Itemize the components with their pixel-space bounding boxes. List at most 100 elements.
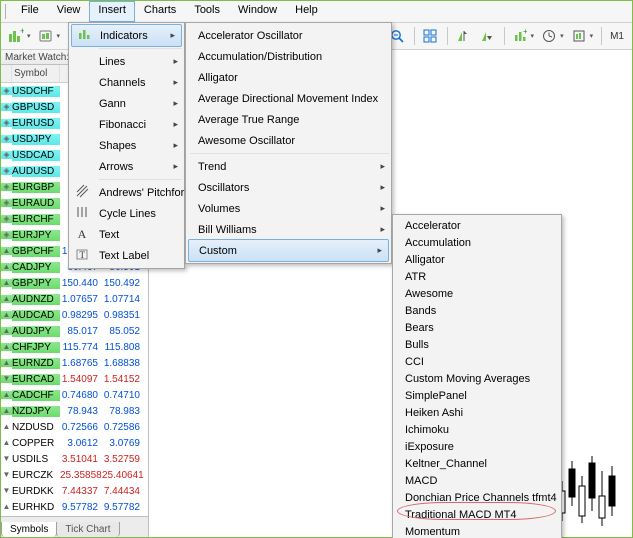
menu-insert[interactable]: Insert	[89, 1, 135, 22]
custom-indicator-item[interactable]: Awesome	[393, 285, 561, 302]
tab-symbols[interactable]: Symbols	[1, 522, 57, 537]
menu-trend[interactable]: Trend▸	[186, 156, 391, 177]
menu-file[interactable]: File	[12, 1, 48, 22]
tab-tick-chart[interactable]: Tick Chart	[56, 522, 119, 537]
menu-help[interactable]: Help	[286, 1, 327, 22]
custom-indicator-item[interactable]: Bands	[393, 302, 561, 319]
menu-tools[interactable]: Tools	[185, 1, 229, 22]
menu-custom[interactable]: Custom▸	[188, 239, 389, 262]
menu-cycle-lines[interactable]: Cycle Lines	[69, 203, 184, 224]
menu-alligator[interactable]: Alligator	[186, 67, 391, 88]
toolbar-templates-button[interactable]	[568, 25, 590, 47]
custom-indicator-item[interactable]: ATR	[393, 268, 561, 285]
custom-indicator-item[interactable]: Ichimoku	[393, 421, 561, 438]
custom-indicator-item[interactable]: Donchian Price Channels tfmt4	[393, 489, 561, 506]
market-row[interactable]: ▲EURNZD1.687651.68838	[1, 355, 148, 371]
menu-andrews-pitchfork[interactable]: Andrews' Pitchfork	[69, 182, 184, 203]
menu-oscillators[interactable]: Oscillators▸	[186, 177, 391, 198]
menu-text-label: Text	[95, 229, 168, 241]
custom-indicator-item[interactable]: Momentum	[393, 523, 561, 538]
bid-cell: 85.017	[60, 326, 102, 337]
menu-indicators[interactable]: Indicators ▸	[71, 24, 182, 47]
market-row[interactable]: ▲NZDUSD0.725660.72586	[1, 419, 148, 435]
menu-adx[interactable]: Average Directional Movement Index	[186, 88, 391, 109]
custom-indicator-item[interactable]: Accumulation	[393, 234, 561, 251]
toolbar-profiles-dropdown[interactable]: ▾	[57, 32, 61, 40]
toolbar-tile-windows-button[interactable]	[419, 25, 441, 47]
market-row[interactable]: ▲AUDNZD1.076571.07714	[1, 291, 148, 307]
symbol-cell: EURAUD	[12, 198, 60, 209]
menu-fibonacci[interactable]: Fibonacci▸	[69, 114, 184, 135]
menu-accelerator-oscillator[interactable]: Accelerator Oscillator	[186, 25, 391, 46]
toolbar-templates-dropdown[interactable]: ▾	[590, 32, 594, 40]
custom-indicator-item[interactable]: Bulls	[393, 336, 561, 353]
toolbar-shift-end-button[interactable]	[452, 25, 474, 47]
menu-arrows[interactable]: Arrows▸	[69, 156, 184, 177]
menu-text[interactable]: A Text	[69, 224, 184, 245]
custom-indicator-label: Heiken Ashi	[401, 407, 545, 419]
direction-arrow-icon: ▲	[1, 327, 12, 335]
toolbar-indicators-dropdown[interactable]: ▾	[531, 32, 535, 40]
custom-indicator-item[interactable]: Heiken Ashi	[393, 404, 561, 421]
menu-shapes[interactable]: Shapes▸	[69, 135, 184, 156]
direction-arrow-icon: ▲	[1, 439, 12, 447]
custom-indicator-item[interactable]: Traditional MACD MT4	[393, 506, 561, 523]
toolbar-auto-scroll-button[interactable]	[476, 25, 498, 47]
custom-indicator-label: Traditional MACD MT4	[401, 509, 545, 521]
market-row[interactable]: ▼EURCZK25.3585825.40641	[1, 467, 148, 483]
menu-charts[interactable]: Charts	[135, 1, 185, 22]
direction-arrow-icon: ▲	[1, 503, 12, 511]
menu-text-label[interactable]: T Text Label	[69, 245, 184, 266]
market-row[interactable]: ▲NZDJPY78.94378.983	[1, 403, 148, 419]
custom-indicator-item[interactable]: Alligator	[393, 251, 561, 268]
custom-indicator-item[interactable]: Custom Moving Averages	[393, 370, 561, 387]
custom-indicator-item[interactable]: MACD	[393, 472, 561, 489]
toolbar-periods-button[interactable]	[538, 25, 560, 47]
custom-indicator-item[interactable]: Keltner_Channel	[393, 455, 561, 472]
toolbar-indicators-button[interactable]: +	[509, 25, 531, 47]
custom-indicator-label: CCI	[401, 356, 545, 368]
toolbar-new-chart-button[interactable]: +	[5, 25, 27, 47]
market-watch-tabs: Symbols Tick Chart	[1, 516, 148, 537]
ask-cell: 1.54152	[102, 374, 144, 385]
symbol-cell: USDCAD	[12, 150, 60, 161]
direction-arrow-icon: ◈	[1, 135, 12, 143]
menu-window[interactable]: Window	[229, 1, 286, 22]
market-row[interactable]: ▲AUDJPY85.01785.052	[1, 323, 148, 339]
menu-awesome-oscillator[interactable]: Awesome Oscillator	[186, 130, 391, 151]
market-row[interactable]: ▲EURHKD9.577829.57782	[1, 499, 148, 515]
custom-indicator-item[interactable]: iExposure	[393, 438, 561, 455]
market-row[interactable]: ▲CHFJPY115.774115.808	[1, 339, 148, 355]
menu-bill-williams[interactable]: Bill Williams▸	[186, 219, 391, 240]
market-row[interactable]: ▲GBPJPY150.440150.492	[1, 275, 148, 291]
market-row[interactable]: ▼EURDKK7.443377.44434	[1, 483, 148, 499]
menu-accumulation-distribution[interactable]: Accumulation/Distribution	[186, 46, 391, 67]
menu-gann[interactable]: Gann▸	[69, 93, 184, 114]
menu-view[interactable]: View	[48, 1, 90, 22]
market-row[interactable]: ▼USDILS3.510413.52759	[1, 451, 148, 467]
toolbar-period-m1[interactable]: M1	[606, 31, 628, 42]
custom-indicator-item[interactable]: Bears	[393, 319, 561, 336]
menu-lines[interactable]: Lines▸	[69, 51, 184, 72]
ask-cell: 9.57782	[102, 502, 144, 513]
toolbar-periods-dropdown[interactable]: ▾	[560, 32, 564, 40]
symbol-cell: NZDUSD	[12, 422, 60, 433]
menu-channels-label: Channels	[95, 77, 168, 89]
tile-icon	[423, 29, 437, 43]
bid-cell: 78.943	[60, 406, 102, 417]
custom-indicator-item[interactable]: Accelerator	[393, 217, 561, 234]
svg-text:T: T	[80, 250, 86, 260]
market-row[interactable]: ▲CADCHF0.746800.74710	[1, 387, 148, 403]
market-row[interactable]: ▲AUDCAD0.982950.98351	[1, 307, 148, 323]
toolbar-profiles-button[interactable]	[35, 25, 57, 47]
toolbar-new-chart-dropdown[interactable]: ▾	[27, 32, 31, 40]
menu-channels[interactable]: Channels▸	[69, 72, 184, 93]
menu-atr[interactable]: Average True Range	[186, 109, 391, 130]
direction-arrow-icon: ▲	[1, 311, 12, 319]
market-row[interactable]: ▲COPPER3.06123.0769	[1, 435, 148, 451]
menu-volumes[interactable]: Volumes▸	[186, 198, 391, 219]
col-symbol[interactable]: Symbol	[12, 65, 60, 82]
custom-indicator-item[interactable]: CCI	[393, 353, 561, 370]
market-row[interactable]: ▼EURCAD1.540971.54152	[1, 371, 148, 387]
custom-indicator-item[interactable]: SimplePanel	[393, 387, 561, 404]
